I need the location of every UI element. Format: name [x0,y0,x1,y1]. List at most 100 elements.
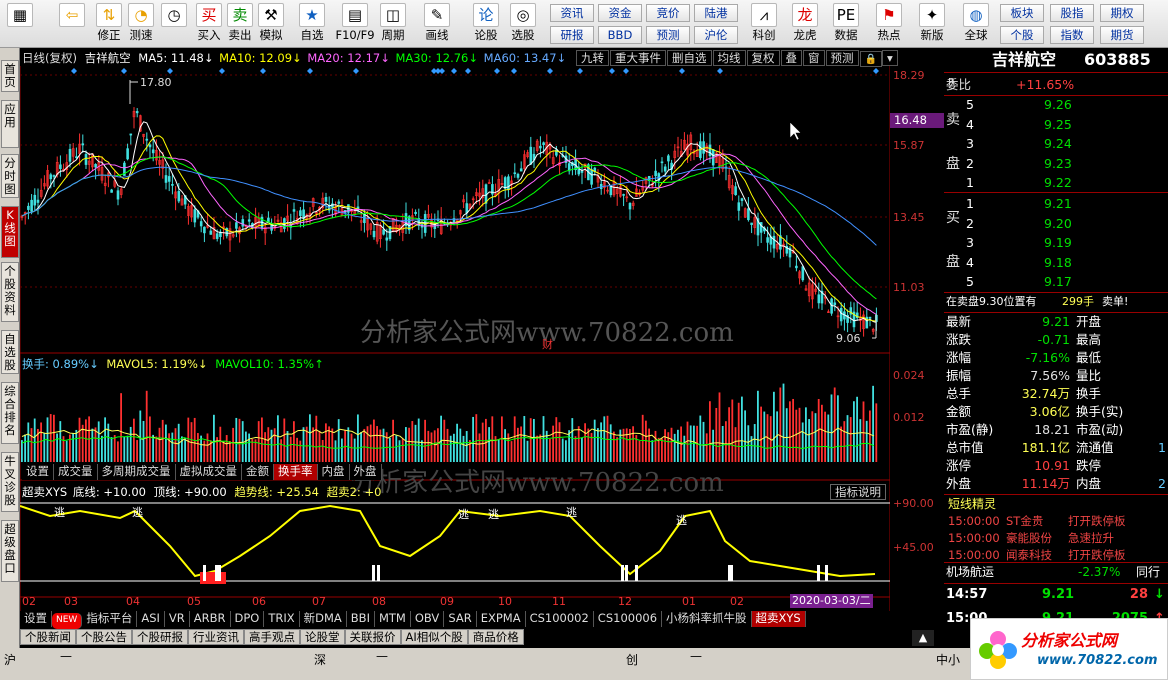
quick-button[interactable]: BBD [598,26,642,44]
period-label[interactable]: 日线(复权) [22,51,77,65]
news-tab[interactable]: 个股新闻 [20,629,76,645]
toolbar-button-grid[interactable]: ▦ [4,2,36,46]
toolbar-button-sell[interactable]: 卖卖出 [224,2,256,46]
toolbar-button-pencil[interactable]: ✎ 画线 [421,2,453,46]
zx-index-label[interactable]: 中小 [936,651,960,668]
arrow-down-icon[interactable]: ▾ [881,50,898,66]
toolbar-button-back-arrow[interactable]: ⇦ [56,2,88,46]
kline-chart-area[interactable]: 分析家公式网www.70822.com分析家公式网www.70822.com17… [20,66,890,631]
left-tab[interactable]: 个股资料 [1,262,19,322]
sh-index-label[interactable]: 沪 [4,651,16,668]
indicator-tab[interactable]: DPO [230,611,265,627]
indicator-tab[interactable]: NEW [52,613,83,629]
indicator-tab[interactable]: 设置 [20,611,52,627]
kline-tool-button[interactable]: 复权 [746,50,780,66]
indicator-tab[interactable]: MTM [374,611,411,627]
news-tab[interactable]: 行业资讯 [188,629,244,645]
sz-index-label[interactable]: 深 [314,651,326,668]
cy-index-label[interactable]: 创 [626,651,638,668]
buy-level[interactable]: 1 9.21 [944,195,1168,213]
news-tab[interactable]: 个股公告 [76,629,132,645]
indicator-tab[interactable]: VR [164,611,190,627]
buy-level[interactable]: 4 9.18 [944,254,1168,272]
volume-tab[interactable]: 多周期成交量 [97,464,176,480]
quick-button[interactable]: 板块 [1000,4,1044,22]
indicator-explain-button[interactable]: 指标说明 [830,484,886,500]
sector-button[interactable]: 同行 [1136,563,1160,581]
indicator-tab[interactable]: TRIX [264,611,300,627]
left-tab[interactable]: K线图 [1,206,19,258]
quick-button[interactable]: 沪伦 [694,26,738,44]
toolbar-button-new-version[interactable]: ✦ 新版 [916,2,948,46]
left-tab[interactable]: 牛叉诊股 [1,452,19,512]
indicator-tab[interactable]: 小杨斜率抓牛股 [662,611,752,627]
kline-tool-button[interactable]: 窗 [803,50,825,66]
quick-button[interactable]: 个股 [1000,26,1044,44]
sprite-title[interactable]: 短线精灵 [948,495,996,513]
volume-tab[interactable]: 成交量 [54,464,98,480]
toolbar-button-star-folder[interactable]: ★ 自选 [296,2,328,46]
quick-button[interactable]: 期货 [1100,26,1144,44]
left-tab[interactable]: 超级盘口 [1,520,19,582]
quick-button[interactable]: 资讯 [550,4,594,22]
indicator-tab[interactable]: EXPMA [476,611,526,627]
sell-level[interactable]: 5 9.26 [944,96,1168,114]
quick-button[interactable]: 指数 [1050,26,1094,44]
indicator-tab[interactable]: SAR [444,611,477,627]
kline-tool-button[interactable]: 叠 [780,50,802,66]
kline-tool-button[interactable]: 九转 [576,50,609,66]
toolbar-button-speedometer[interactable]: ◔ 测速 [125,2,157,46]
sprite-row[interactable]: 15:00:00 ST金贵 打开跌停板 [944,512,1168,530]
kline-tool-button[interactable]: 删自选 [667,50,712,66]
toolbar-button-hot[interactable]: ⚑ 热点 [873,2,905,46]
news-tab[interactable]: 高手观点 [244,629,300,645]
indicator-tab[interactable]: CS100002 [525,611,594,627]
volume-tab[interactable]: 设置 [22,464,54,480]
toolbar-button-up-down-arrow[interactable]: ⇅ 修正 [93,2,125,46]
volume-tab[interactable]: 外盘 [349,464,382,480]
news-tab[interactable]: 论股堂 [300,629,345,645]
quick-button[interactable]: 陆港 [694,4,738,22]
left-tab[interactable]: 自选股 [1,330,19,374]
toolbar-button-stock-picker[interactable]: ◎ 选股 [507,2,539,46]
quick-button[interactable]: 研报 [550,26,594,44]
buy-level[interactable]: 5 9.17 [944,273,1168,291]
toolbar-button-discuss[interactable]: 论论股 [470,2,502,46]
volume-tab[interactable]: 虚拟成交量 [175,464,242,480]
left-tab[interactable]: 分时图 [1,154,19,198]
left-tab[interactable]: 应用 [1,100,19,148]
sell-level[interactable]: 3 9.24 [944,135,1168,153]
quick-button[interactable]: 股指 [1050,4,1094,22]
indicator-tab[interactable]: 指标平台 [82,611,138,627]
sector-name[interactable]: 机场航运 [946,563,994,581]
toolbar-button-buy[interactable]: 买买入 [193,2,225,46]
indicator-tab[interactable]: BBI [346,611,375,627]
toolbar-button-globe[interactable]: ◍ 全球 [960,2,992,46]
indicator-tab[interactable]: OBV [410,611,445,627]
kline-tool-button[interactable]: 均线 [712,50,746,66]
volume-tab[interactable]: 换手率 [274,464,318,480]
lock-icon[interactable]: 🔒 [859,51,882,67]
buy-level[interactable]: 2 9.20 [944,215,1168,233]
sprite-row[interactable]: 15:00:00 豪能股份 急速拉升 [944,529,1168,547]
news-tab[interactable]: 商品价格 [467,629,524,645]
toolbar-button-f10[interactable]: ▤ F10/F9 [334,2,376,46]
indicator-tab[interactable]: ARBR [189,611,231,627]
sell-level[interactable]: 4 9.25 [944,116,1168,134]
quick-button[interactable]: 预测 [646,26,690,44]
quick-button[interactable]: 竞价 [646,4,690,22]
news-tab[interactable]: AI相似个股 [400,629,468,645]
indicator-tab[interactable]: 新DMA [299,611,347,627]
kline-tool-button[interactable]: 预测 [825,50,859,66]
toolbar-button-period[interactable]: ◫ 周期 [377,2,409,46]
left-tab[interactable]: 首页 [1,60,19,92]
volume-tab[interactable]: 金额 [242,464,274,480]
toolbar-button-dragon[interactable]: 龙龙虎 [789,2,821,46]
sell-level[interactable]: 1 9.22 [944,174,1168,192]
indicator-tab[interactable]: CS100006 [593,611,663,627]
news-tab[interactable]: 个股研报 [132,629,188,645]
toolbar-button-chart[interactable]: ⩘ 科创 [748,2,780,46]
news-tab[interactable]: 关联报价 [344,629,401,645]
quick-button[interactable]: 资金 [598,4,642,22]
volume-tab[interactable]: 内盘 [317,464,350,480]
